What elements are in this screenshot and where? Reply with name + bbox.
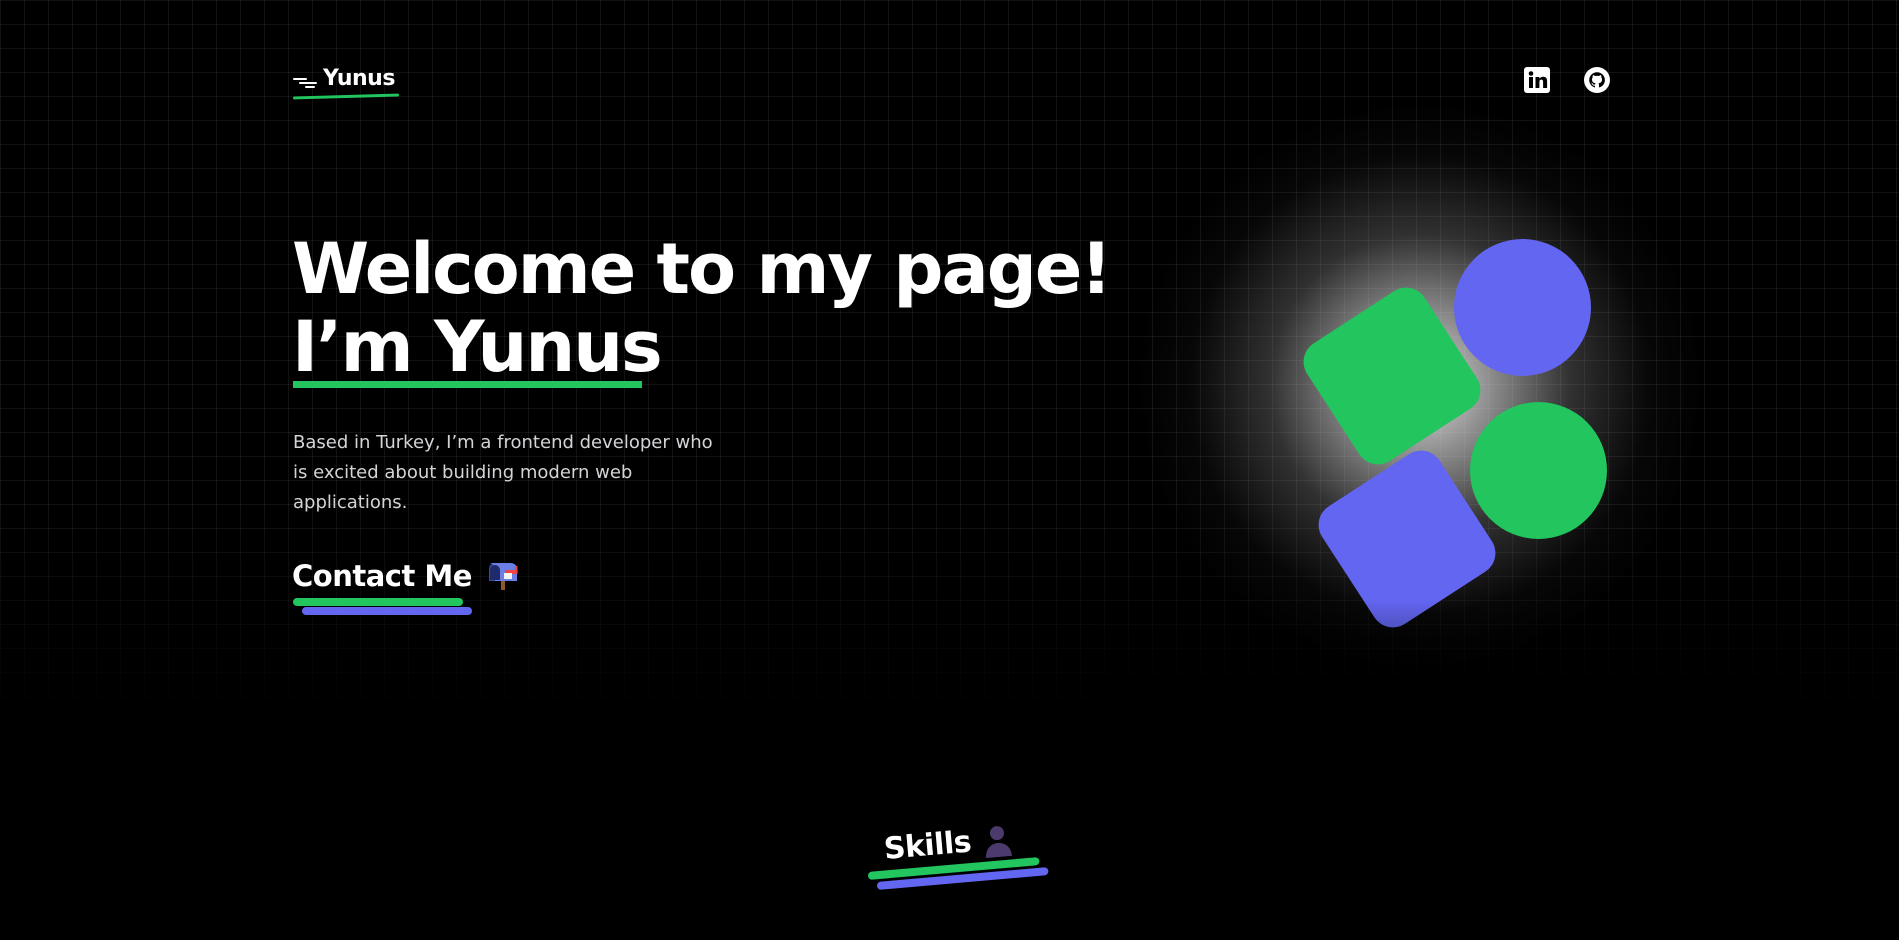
github-icon [1584,67,1610,93]
linkedin-link[interactable] [1523,66,1551,94]
person-silhouette-icon [986,825,1013,858]
contact-underline-blue [302,607,472,615]
hero-description: Based in Turkey, I’m a frontend develope… [293,432,713,513]
name-underline [293,381,642,388]
mailbox-icon [488,563,518,590]
page: Yunus Welcome to my page! I’m Yunus Base… [0,0,1899,940]
green-circle [1470,402,1607,539]
skills-label: Skills [882,824,973,867]
linkedin-icon [1524,67,1550,93]
hero-title-name: I’m Yunus [292,306,663,388]
contact-me-button[interactable]: Contact Me [292,559,520,593]
contact-underline-green [293,598,463,606]
logo-text: Yunus [323,66,395,91]
blue-circle [1454,239,1591,376]
contact-me-label: Contact Me [292,559,472,593]
logo-link[interactable]: Yunus [293,66,395,91]
hero-title: Welcome to my page! I’m Yunus [292,228,1112,388]
glow-fade [1100,600,1800,740]
hero-title-line1: Welcome to my page! [292,228,1112,310]
logo-mark-icon [293,74,317,90]
github-link[interactable] [1583,66,1611,94]
